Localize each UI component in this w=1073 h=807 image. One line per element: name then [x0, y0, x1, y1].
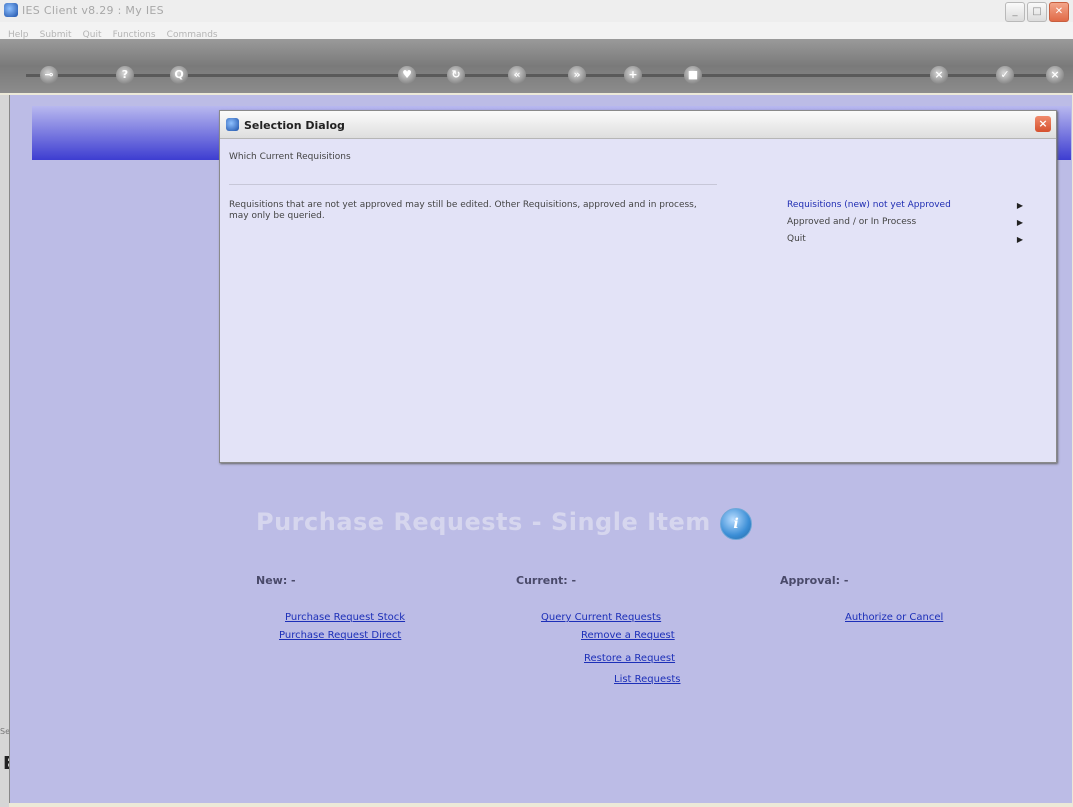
- dialog-description: Requisitions that are not yet approved m…: [229, 200, 697, 221]
- link-list-requests[interactable]: List Requests: [614, 674, 681, 685]
- app-icon: [226, 118, 239, 131]
- link-remove-a-request[interactable]: Remove a Request: [581, 630, 675, 641]
- refresh-icon[interactable]: ↻: [447, 66, 465, 84]
- link-authorize-or-cancel[interactable]: Authorize or Cancel: [845, 612, 943, 623]
- dialog-close-button[interactable]: ×: [1035, 116, 1051, 132]
- arrow-right-icon: ▶: [1016, 218, 1023, 227]
- minimize-button[interactable]: _: [1005, 2, 1025, 22]
- dialog-title-bar: Selection Dialog ×: [220, 111, 1056, 139]
- link-purchase-request-direct[interactable]: Purchase Request Direct: [279, 630, 401, 641]
- dialog-subtitle: Which Current Requisitions: [229, 152, 351, 162]
- option-label: Approved and / or In Process: [787, 217, 917, 227]
- link-restore-a-request[interactable]: Restore a Request: [584, 653, 675, 664]
- section-heading-new: New: -: [256, 574, 296, 587]
- window-title: IES Client v8.29 : My IES: [22, 4, 164, 17]
- stop-icon[interactable]: ■: [684, 66, 702, 84]
- check-icon[interactable]: ✓: [996, 66, 1014, 84]
- close-icon[interactable]: ×: [1046, 66, 1064, 84]
- toolbar: ⊸ ? Q ♥ ↻ « » + ■ × ✓ ×: [0, 39, 1073, 93]
- dialog-title: Selection Dialog: [244, 119, 345, 132]
- option-label: Requisitions (new) not yet Approved: [787, 200, 951, 210]
- section-heading-current: Current: -: [516, 574, 577, 587]
- link-purchase-request-stock[interactable]: Purchase Request Stock: [285, 612, 405, 623]
- search-icon[interactable]: Q: [170, 66, 188, 84]
- back-icon[interactable]: «: [508, 66, 526, 84]
- cancel-icon[interactable]: ×: [930, 66, 948, 84]
- info-icon[interactable]: i: [720, 508, 752, 540]
- plus-icon[interactable]: +: [624, 66, 642, 84]
- arrow-right-icon: ▶: [1016, 201, 1023, 210]
- page-title: Purchase Requests - Single Item: [256, 508, 711, 536]
- option-label: Quit: [787, 234, 806, 244]
- section-heading-approval: Approval: -: [780, 574, 849, 587]
- window-close-button[interactable]: ✕: [1049, 2, 1069, 22]
- app-icon: [4, 3, 18, 17]
- dialog-options: Requisitions (new) not yet Approved ▶ Ap…: [787, 200, 1037, 251]
- option-quit[interactable]: Quit ▶: [787, 234, 1037, 251]
- option-approved-in-process[interactable]: Approved and / or In Process ▶: [787, 217, 1037, 234]
- option-requisitions-not-approved[interactable]: Requisitions (new) not yet Approved ▶: [787, 200, 1037, 217]
- left-side-strip: [0, 95, 9, 807]
- forward-icon[interactable]: »: [568, 66, 586, 84]
- selection-dialog: Selection Dialog × Which Current Requisi…: [219, 110, 1057, 463]
- maximize-button[interactable]: □: [1027, 2, 1047, 22]
- help-icon[interactable]: ?: [116, 66, 134, 84]
- heart-icon[interactable]: ♥: [398, 66, 416, 84]
- arrow-right-icon: ▶: [1016, 235, 1023, 244]
- window-controls: _ □ ✕: [1005, 2, 1069, 22]
- window-title-bar: IES Client v8.29 : My IES _ □ ✕: [0, 0, 1073, 23]
- key-icon[interactable]: ⊸: [40, 66, 58, 84]
- link-query-current-requests[interactable]: Query Current Requests: [541, 612, 661, 623]
- dialog-separator: [229, 184, 717, 185]
- menu-bar: Help Submit Quit Functions Commands: [0, 22, 1073, 40]
